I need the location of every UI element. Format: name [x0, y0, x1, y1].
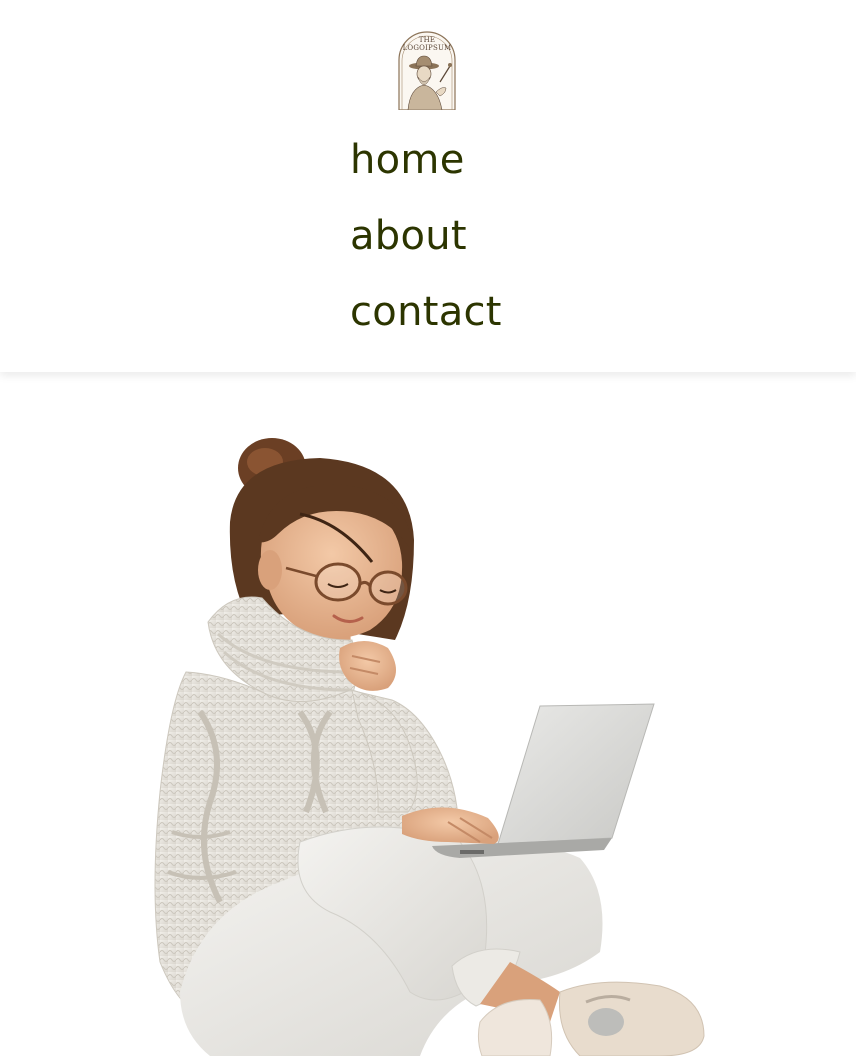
hero-section — [0, 372, 856, 1056]
site-header: THE LOGOIPSUM home about contact — [0, 0, 856, 372]
main-nav: home about contact — [350, 132, 502, 360]
logo-small-text: THE — [419, 36, 435, 44]
logo-text: LOGOIPSUM — [403, 44, 452, 52]
woman-with-laptop-illustration — [154, 438, 705, 1056]
nav-link-home[interactable]: home — [350, 132, 502, 208]
logo-emblem-icon: THE LOGOIPSUM — [398, 31, 456, 111]
nav-link-about[interactable]: about — [350, 208, 502, 284]
nav-link-contact[interactable]: contact — [350, 284, 502, 360]
logo[interactable]: THE LOGOIPSUM — [396, 30, 458, 111]
